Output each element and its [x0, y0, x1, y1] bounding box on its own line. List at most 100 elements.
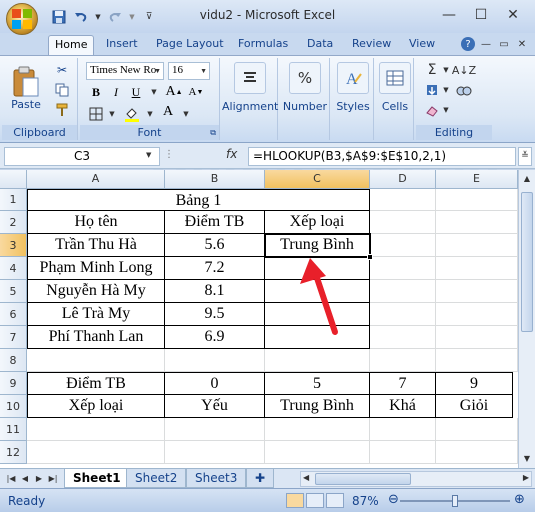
zoom-slider-knob[interactable]	[452, 495, 458, 507]
sheet-tab-sheet2[interactable]: Sheet2	[126, 469, 187, 488]
underline-button[interactable]: U	[128, 84, 144, 100]
insert-function-icon[interactable]: fx	[226, 147, 237, 161]
grow-font-icon[interactable]: A ▲	[165, 84, 182, 100]
fill-color-icon[interactable]	[124, 106, 140, 122]
row-header-9[interactable]: 9	[0, 372, 27, 395]
cell-a8[interactable]	[27, 349, 165, 372]
copy-icon[interactable]	[54, 82, 70, 98]
cell-a4[interactable]: Phạm Minh Long	[27, 257, 165, 280]
cell-a10[interactable]: Xếp loại	[27, 395, 165, 418]
cell-d9[interactable]: 7	[370, 372, 436, 395]
cell-c5[interactable]	[265, 280, 370, 303]
cell-b10[interactable]: Yếu	[165, 395, 265, 418]
cell-a7[interactable]: Phí Thanh Lan	[27, 326, 165, 349]
tab-view[interactable]: View	[403, 35, 441, 55]
tab-data[interactable]: Data	[301, 35, 339, 55]
cell-c9[interactable]: 5	[265, 372, 370, 395]
underline-dropdown-icon[interactable]: ▼	[146, 84, 162, 100]
cell-e9[interactable]: 9	[436, 372, 513, 395]
cell-d10[interactable]: Khá	[370, 395, 436, 418]
row-header-8[interactable]: 8	[0, 349, 27, 372]
formula-bar-grip[interactable]: ⋮	[164, 149, 174, 160]
cell-d1[interactable]	[370, 189, 436, 211]
formula-input[interactable]: =HLOOKUP(B3,$A$9:$E$10,2,1)	[248, 147, 516, 166]
fill-color-dropdown-icon[interactable]: ▼	[142, 106, 158, 122]
cell-a12[interactable]	[27, 441, 165, 464]
prev-sheet-icon[interactable]: ◀	[18, 472, 32, 486]
page-break-view-icon[interactable]	[326, 493, 344, 508]
close-icon[interactable]: ✕	[497, 4, 529, 26]
cell-d6[interactable]	[370, 303, 436, 326]
column-header-a[interactable]: A	[27, 170, 165, 189]
format-painter-icon[interactable]	[54, 102, 70, 118]
row-header-6[interactable]: 6	[0, 303, 27, 326]
sort-filter-icon[interactable]: A↓Z	[452, 62, 476, 78]
borders-icon[interactable]	[88, 106, 104, 122]
shrink-font-icon[interactable]: A ▼	[188, 84, 204, 100]
cell-e1[interactable]	[436, 189, 518, 211]
row-header-11[interactable]: 11	[0, 418, 27, 441]
cut-icon[interactable]: ✂	[54, 62, 70, 78]
cell-b11[interactable]	[165, 418, 265, 441]
column-header-b[interactable]: B	[165, 170, 265, 189]
cell-e3[interactable]	[436, 234, 518, 257]
cell-e8[interactable]	[436, 349, 518, 372]
scroll-left-icon[interactable]: ◀	[303, 473, 309, 482]
zoom-level[interactable]: 87%	[352, 494, 379, 508]
tab-insert[interactable]: Insert	[100, 35, 144, 55]
cell-e11[interactable]	[436, 418, 518, 441]
cell-b6[interactable]: 9.5	[165, 303, 265, 326]
dialog-launcher-icon[interactable]: ⧉	[210, 125, 216, 140]
cell-e5[interactable]	[436, 280, 518, 303]
borders-dropdown-icon[interactable]: ▼	[104, 106, 120, 122]
cell-e12[interactable]	[436, 441, 518, 464]
row-header-5[interactable]: 5	[0, 280, 27, 303]
office-button[interactable]	[6, 3, 38, 35]
normal-view-icon[interactable]	[286, 493, 304, 508]
font-name-dropdown[interactable]: Times New Ro ▼	[86, 62, 164, 80]
cell-e10[interactable]: Giỏi	[436, 395, 513, 418]
scroll-right-icon[interactable]: ▶	[523, 473, 529, 482]
cell-a9[interactable]: Điểm TB	[27, 372, 165, 395]
worksheet-grid[interactable]: A B C D E 1 2 3 4 5 6 7 8 9 10 11 12 Bản…	[0, 170, 518, 468]
undo-icon[interactable]	[72, 8, 90, 26]
help-icon[interactable]: ?	[461, 37, 475, 51]
cell-e2[interactable]	[436, 211, 518, 234]
paste-button[interactable]: Paste	[8, 60, 44, 116]
cell-b7[interactable]: 6.9	[165, 326, 265, 349]
row-header-12[interactable]: 12	[0, 441, 27, 464]
cell-c12[interactable]	[265, 441, 370, 464]
vertical-scrollbar[interactable]: ▲ ▼	[518, 170, 535, 468]
cell-b8[interactable]	[165, 349, 265, 372]
vertical-scroll-thumb[interactable]	[521, 192, 533, 332]
row-header-4[interactable]: 4	[0, 257, 27, 280]
alignment-button[interactable]	[234, 62, 266, 94]
cell-c6[interactable]	[265, 303, 370, 326]
cell-d12[interactable]	[370, 441, 436, 464]
last-sheet-icon[interactable]: ▶|	[46, 472, 60, 486]
name-box[interactable]: C3	[4, 147, 160, 166]
cell-d5[interactable]	[370, 280, 436, 303]
name-box-dropdown-icon[interactable]: ▼	[146, 151, 151, 159]
cell-b9[interactable]: 0	[165, 372, 265, 395]
cell-c8[interactable]	[265, 349, 370, 372]
percent-icon[interactable]: %	[289, 62, 321, 94]
cell-d11[interactable]	[370, 418, 436, 441]
scroll-up-icon[interactable]: ▲	[521, 172, 533, 186]
clear-dropdown-icon[interactable]: ▼	[438, 102, 454, 118]
row-header-3[interactable]: 3	[0, 234, 27, 257]
cell-d4[interactable]	[370, 257, 436, 280]
maximize-icon[interactable]: ☐	[465, 4, 497, 26]
column-header-e[interactable]: E	[436, 170, 518, 189]
cell-c10[interactable]: Trung Bình	[265, 395, 370, 418]
scroll-down-icon[interactable]: ▼	[521, 452, 533, 466]
tab-review[interactable]: Review	[346, 35, 397, 55]
cell-a3[interactable]: Trần Thu Hà	[27, 234, 165, 257]
row-header-1[interactable]: 1	[0, 189, 27, 211]
tab-formulas[interactable]: Formulas	[232, 35, 294, 55]
minimize-icon[interactable]: —	[433, 4, 465, 26]
row-header-7[interactable]: 7	[0, 326, 27, 349]
cell-d3[interactable]	[370, 234, 436, 257]
cell-a11[interactable]	[27, 418, 165, 441]
cell-e4[interactable]	[436, 257, 518, 280]
